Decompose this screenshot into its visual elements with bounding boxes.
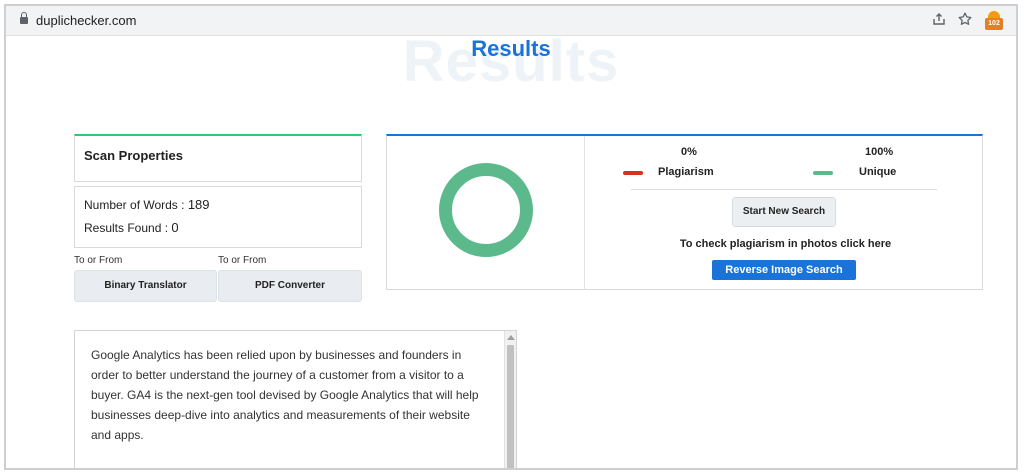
pdf-converter-button[interactable]: PDF Converter: [218, 270, 362, 302]
word-count-value: 189: [187, 197, 210, 212]
results-found-row: Results Found : 0: [84, 220, 179, 235]
content-textarea[interactable]: Google Analytics has been relied upon by…: [74, 330, 517, 468]
pdf-converter-caption: To or From: [218, 255, 267, 266]
scan-stats-panel: Number of Words : 189 Results Found : 0: [74, 186, 362, 248]
unique-legend-label: Unique: [859, 166, 897, 178]
page-title: Results: [471, 36, 551, 61]
reverse-image-search-button[interactable]: Reverse Image Search: [712, 260, 856, 280]
plagiarism-legend-swatch: [623, 171, 643, 175]
word-count-row: Number of Words : 189: [84, 197, 210, 212]
unique-percent: 100%: [865, 146, 894, 158]
results-found-label: Results Found :: [84, 221, 169, 235]
lock-icon: [20, 12, 28, 25]
plagiarism-percent: 0%: [681, 146, 697, 158]
binary-translator-caption: To or From: [74, 255, 123, 266]
start-new-search-button[interactable]: Start New Search: [732, 197, 836, 227]
scroll-thumb[interactable]: [507, 345, 514, 468]
legend-separator: [631, 189, 937, 190]
content-text[interactable]: Google Analytics has been relied upon by…: [91, 345, 491, 445]
photo-check-prompt: To check plagiarism in photos click here: [679, 238, 892, 250]
originality-donut-chart: [439, 163, 533, 257]
results-divider: [584, 136, 585, 290]
word-count-label: Number of Words :: [84, 198, 185, 212]
results-panel: 0% 100% Plagiarism Unique Start New Sear…: [386, 134, 983, 290]
binary-translator-button[interactable]: Binary Translator: [74, 270, 217, 302]
scan-properties-heading: Scan Properties: [84, 148, 183, 163]
url-text[interactable]: duplichecker.com: [36, 13, 136, 28]
unique-legend-swatch: [813, 171, 833, 175]
plagiarism-legend-label: Plagiarism: [658, 166, 714, 178]
scan-properties-header: Scan Properties: [74, 134, 362, 182]
scroll-up-arrow-icon[interactable]: [507, 335, 515, 340]
content-scrollbar[interactable]: [504, 331, 516, 468]
results-found-value: 0: [171, 220, 179, 235]
browser-window: duplichecker.com 102 Results Results Sca…: [4, 4, 1018, 470]
